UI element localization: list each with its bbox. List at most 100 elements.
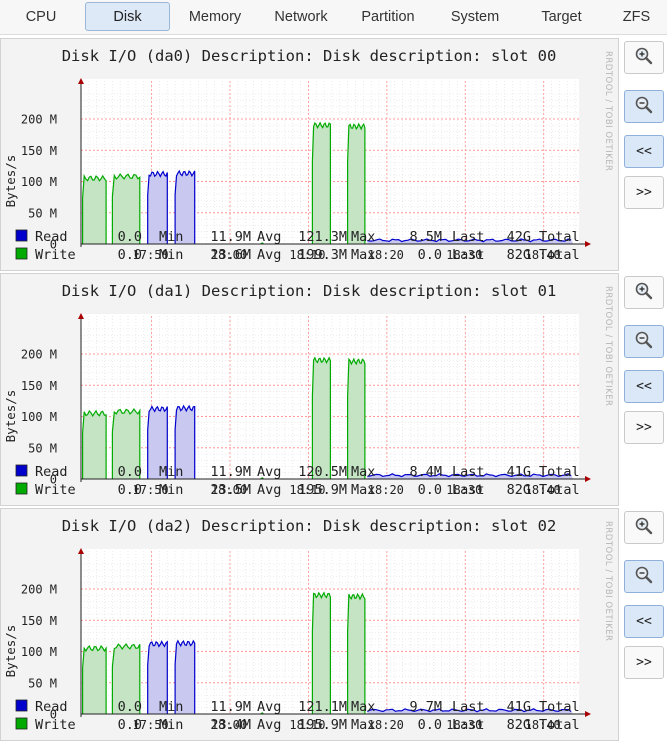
write-area — [347, 124, 365, 244]
legend-max-label: Max — [351, 247, 375, 263]
legend-avg-label: Avg — [257, 247, 281, 263]
zoom-in-button[interactable] — [624, 511, 664, 544]
legend-avg-label: Avg — [257, 482, 281, 498]
legend-min-value: 0.0 — [118, 247, 142, 263]
zoom-out-button[interactable] — [624, 560, 664, 593]
zoom-out-icon — [634, 565, 654, 589]
scroll-back-button[interactable]: << — [624, 135, 664, 168]
tab-network[interactable]: Network — [259, 2, 343, 31]
disk-io-graph: Disk I/O (da0) Description: Disk descrip… — [0, 38, 619, 271]
legend-min-label: Min — [159, 717, 183, 733]
legend-total-value: 82G — [507, 247, 531, 263]
legend-min-label: Min — [159, 464, 183, 480]
rrdtool-watermark: RRDTOOL / TOBI OETIKER — [603, 286, 613, 406]
zoom-in-button[interactable] — [624, 41, 664, 74]
tab-target[interactable]: Target — [519, 2, 604, 31]
legend-avg-label: Avg — [257, 717, 281, 733]
tab-disk[interactable]: Disk — [85, 2, 170, 31]
scroll-back-label: << — [636, 379, 652, 394]
y-tick-label: 200 M — [21, 348, 57, 362]
write-area — [82, 175, 107, 244]
legend-swatch — [15, 699, 28, 712]
legend-avg-label: Avg — [257, 229, 281, 245]
zoom-in-icon — [634, 516, 654, 540]
legend-last-label: Last — [452, 717, 485, 733]
disk-io-graph: Disk I/O (da1) Description: Disk descrip… — [0, 273, 619, 506]
tab-bar: CPU Disk Memory Network Partition System Targe… — [0, 0, 667, 35]
legend-min-label: Min — [159, 482, 183, 498]
legend-max-value: 121.3M — [298, 229, 347, 245]
tab-zfs[interactable]: ZFS — [606, 2, 667, 31]
write-area — [347, 594, 365, 714]
scroll-forward-label: >> — [636, 185, 652, 200]
legend-last-value: 8.5M — [409, 229, 442, 245]
legend-max-value: 195.9M — [298, 717, 347, 733]
legend-last-label: Last — [452, 482, 485, 498]
scroll-back-label: << — [636, 144, 652, 159]
legend-min-value: 0.0 — [118, 229, 142, 245]
legend-avg-value: 23.5M — [210, 482, 251, 498]
legend-total-label: Total — [539, 717, 580, 733]
legend-total-value: 41G — [507, 699, 531, 715]
y-tick-label: 100 M — [21, 410, 57, 424]
zoom-in-icon — [634, 281, 654, 305]
write-area — [82, 646, 107, 714]
tab-cpu[interactable]: CPU — [0, 2, 82, 31]
legend-swatch — [15, 482, 28, 495]
scroll-forward-label: >> — [636, 655, 652, 670]
legend-last-label: Last — [452, 229, 485, 245]
scroll-forward-button[interactable]: >> — [624, 411, 664, 444]
legend-total-label: Total — [539, 482, 580, 498]
x-axis-arrow — [585, 241, 591, 247]
scroll-forward-button[interactable]: >> — [624, 646, 664, 679]
legend-swatch — [15, 464, 28, 477]
legend-avg-value: 23.4M — [210, 717, 251, 733]
legend-min-label: Min — [159, 247, 183, 263]
write-area — [312, 592, 331, 714]
legend-last-label: Last — [452, 464, 485, 480]
write-area — [312, 122, 331, 244]
legend-max-value: 120.5M — [298, 464, 347, 480]
legend-max-label: Max — [351, 482, 375, 498]
zoom-out-button[interactable] — [624, 325, 664, 358]
legend-avg-value: 11.9M — [210, 464, 251, 480]
legend-min-value: 0.0 — [118, 699, 142, 715]
scroll-forward-button[interactable]: >> — [624, 176, 664, 209]
legend-min-label: Min — [159, 229, 183, 245]
legend-last-value: 0.0 — [418, 717, 442, 733]
legend-name: Read — [35, 464, 68, 480]
legend-total-value: 42G — [507, 229, 531, 245]
x-axis-arrow — [585, 711, 591, 717]
disk-io-panel: Disk I/O (da1) Description: Disk descrip… — [0, 273, 667, 506]
legend-min-value: 0.0 — [118, 482, 142, 498]
legend-last-value: 9.7M — [409, 699, 442, 715]
legend-total-label: Total — [539, 699, 580, 715]
rrdtool-watermark: RRDTOOL / TOBI OETIKER — [603, 51, 613, 171]
y-tick-label: 100 M — [21, 175, 57, 189]
zoom-in-icon — [634, 46, 654, 70]
tab-partition[interactable]: Partition — [345, 2, 431, 31]
scroll-back-label: << — [636, 614, 652, 629]
scroll-back-button[interactable]: << — [624, 370, 664, 403]
tab-system[interactable]: System — [433, 2, 517, 31]
write-area — [82, 410, 107, 479]
legend-max-label: Max — [351, 717, 375, 733]
legend-name: Write — [35, 717, 76, 733]
legend-last-value: 0.0 — [418, 482, 442, 498]
write-area — [347, 359, 365, 479]
zoom-out-icon — [634, 95, 654, 119]
legend-avg-label: Avg — [257, 699, 281, 715]
zoom-in-button[interactable] — [624, 276, 664, 309]
zoom-out-button[interactable] — [624, 90, 664, 123]
legend-swatch — [15, 717, 28, 730]
scroll-back-button[interactable]: << — [624, 605, 664, 638]
legend-name: Write — [35, 482, 76, 498]
x-axis-arrow — [585, 476, 591, 482]
legend-max-value: 121.1M — [298, 699, 347, 715]
y-axis-label: Bytes/s — [3, 390, 18, 443]
legend-swatch — [15, 247, 28, 260]
tab-memory[interactable]: Memory — [173, 2, 257, 31]
legend-name: Write — [35, 247, 76, 263]
y-tick-label: 50 M — [28, 206, 57, 220]
legend-total-label: Total — [539, 247, 580, 263]
